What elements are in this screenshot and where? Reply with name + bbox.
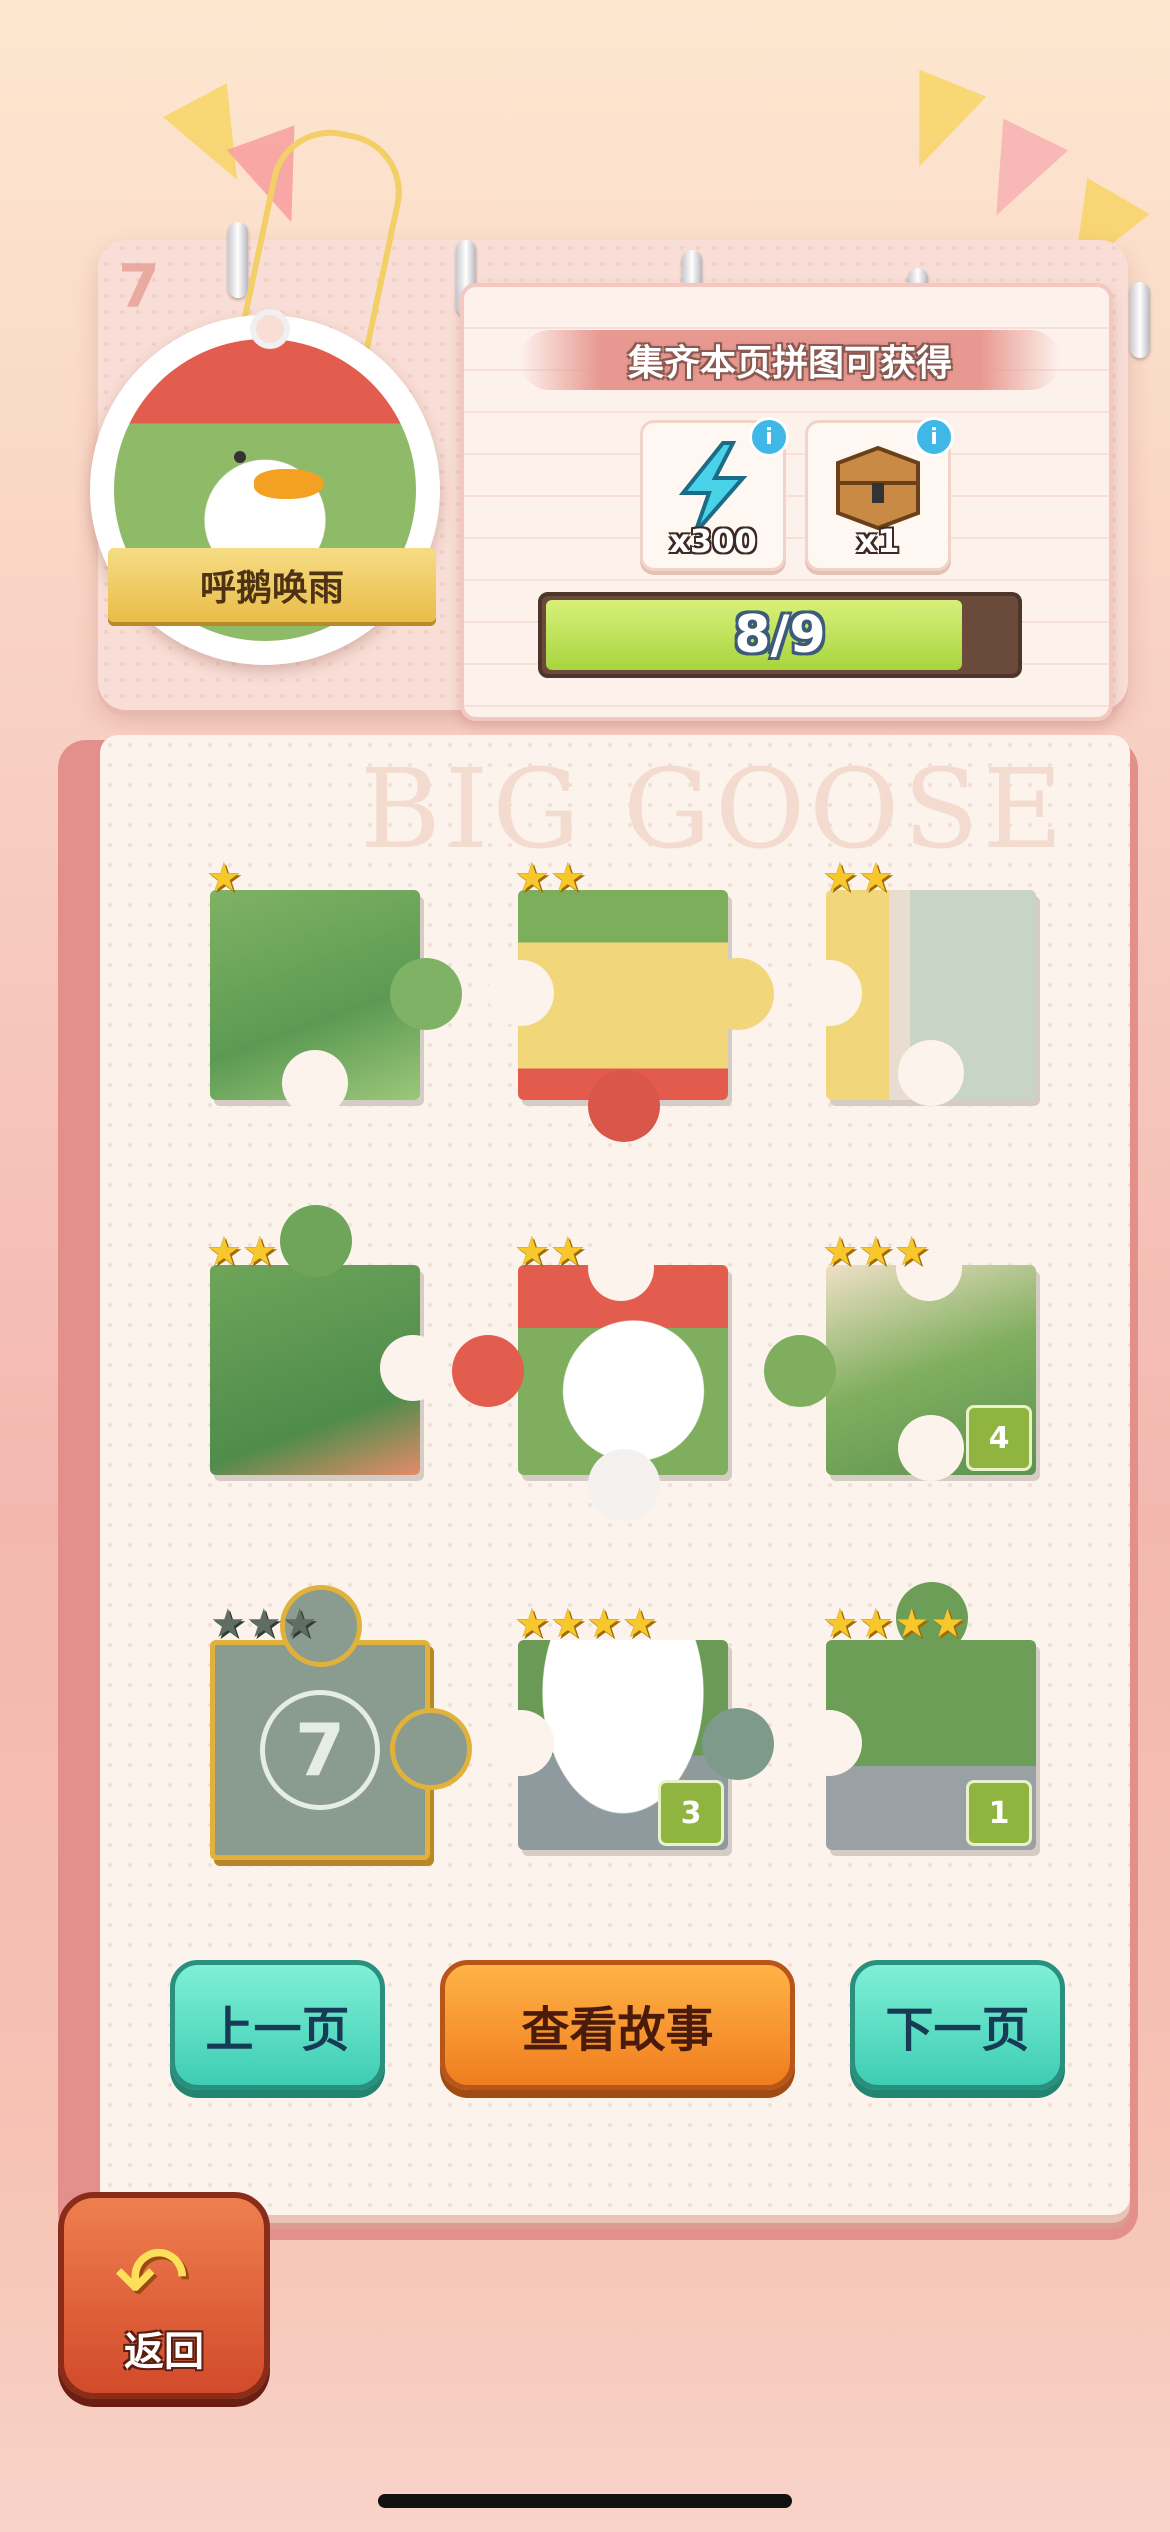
info-icon[interactable]: i <box>914 417 954 457</box>
piece-tab <box>280 1205 352 1277</box>
piece-stars: ★★★ <box>822 1229 930 1275</box>
piece-notch <box>898 1040 964 1106</box>
piece-stars: ★★ <box>822 855 894 901</box>
puzzle-piece[interactable] <box>210 890 462 1116</box>
piece-count-badge: 4 <box>966 1405 1032 1471</box>
piece-tab <box>390 958 462 1030</box>
binder-ring <box>1130 282 1150 358</box>
piece-tab <box>588 1449 660 1521</box>
progress-text: 8/9 <box>734 605 826 665</box>
puzzle-piece[interactable] <box>210 1205 446 1475</box>
binder-ring <box>228 222 248 298</box>
piece-count-badge: 3 <box>658 1780 724 1846</box>
piece-stars: ★★★★ <box>822 1601 966 1647</box>
back-arrow-icon: ↶ <box>114 2226 190 2331</box>
collection-progress-bar: 8/9 <box>538 592 1022 678</box>
piece-tab <box>702 958 774 1030</box>
piece-notch <box>488 1710 554 1776</box>
piece-tab <box>764 1335 836 1407</box>
piece-tab <box>702 1708 774 1780</box>
reward-chest[interactable]: x1 i <box>805 417 954 571</box>
piece-notch <box>380 1335 446 1401</box>
page-number: 7 <box>118 252 160 322</box>
piece-stars: ★★ <box>206 1229 278 1275</box>
puzzle-piece[interactable]: 4 <box>764 1235 1036 1481</box>
piece-count-badge: 1 <box>966 1780 1032 1846</box>
puzzle-piece-locked[interactable]: 7 <box>210 1585 472 1860</box>
piece-tab <box>588 1070 660 1142</box>
watermark-text: BIG GOOSE <box>360 745 1068 873</box>
piece-notch <box>796 960 862 1026</box>
piece-stars: ★★ <box>514 855 586 901</box>
prev-page-button[interactable]: 上一页 <box>170 1960 385 2090</box>
puzzle-piece[interactable]: 3 <box>488 1640 774 1850</box>
piece-tab <box>390 1708 472 1790</box>
puzzle-piece[interactable] <box>488 890 774 1142</box>
reward-title: 集齐本页拼图可获得 <box>520 330 1060 390</box>
piece-stars: ★★ <box>514 1229 586 1275</box>
piece-tab <box>452 1335 524 1407</box>
puzzle-piece[interactable] <box>796 890 1036 1106</box>
piece-stars: ★★★ <box>210 1601 318 1647</box>
locked-piece-number: 7 <box>260 1690 380 1810</box>
info-icon[interactable]: i <box>749 417 789 457</box>
reward-quantity: x1 <box>856 522 900 560</box>
next-page-button[interactable]: 下一页 <box>850 1960 1065 2090</box>
piece-stars: ★★★★ <box>514 1601 658 1647</box>
piece-notch <box>796 1710 862 1776</box>
reward-quantity: x300 <box>669 522 757 560</box>
home-indicator[interactable] <box>378 2494 792 2508</box>
chapter-title-ribbon: 呼鹅唤雨 <box>108 548 436 622</box>
piece-notch <box>898 1415 964 1481</box>
piece-notch <box>588 1235 654 1301</box>
reward-energy[interactable]: x300 i <box>640 417 789 571</box>
view-story-button[interactable]: 查看故事 <box>440 1960 795 2090</box>
back-button-label: 返回 <box>124 2329 204 2375</box>
piece-notch <box>282 1050 348 1116</box>
bunting-flag <box>963 118 1069 232</box>
puzzle-piece[interactable]: 1 <box>796 1582 1036 1850</box>
piece-stars: ★ <box>206 855 242 901</box>
tag-hole <box>250 309 290 349</box>
bunting-flag <box>885 69 987 181</box>
piece-notch <box>488 960 554 1026</box>
back-button[interactable]: ↶ 返回 <box>58 2192 270 2399</box>
puzzle-piece[interactable] <box>452 1235 728 1521</box>
